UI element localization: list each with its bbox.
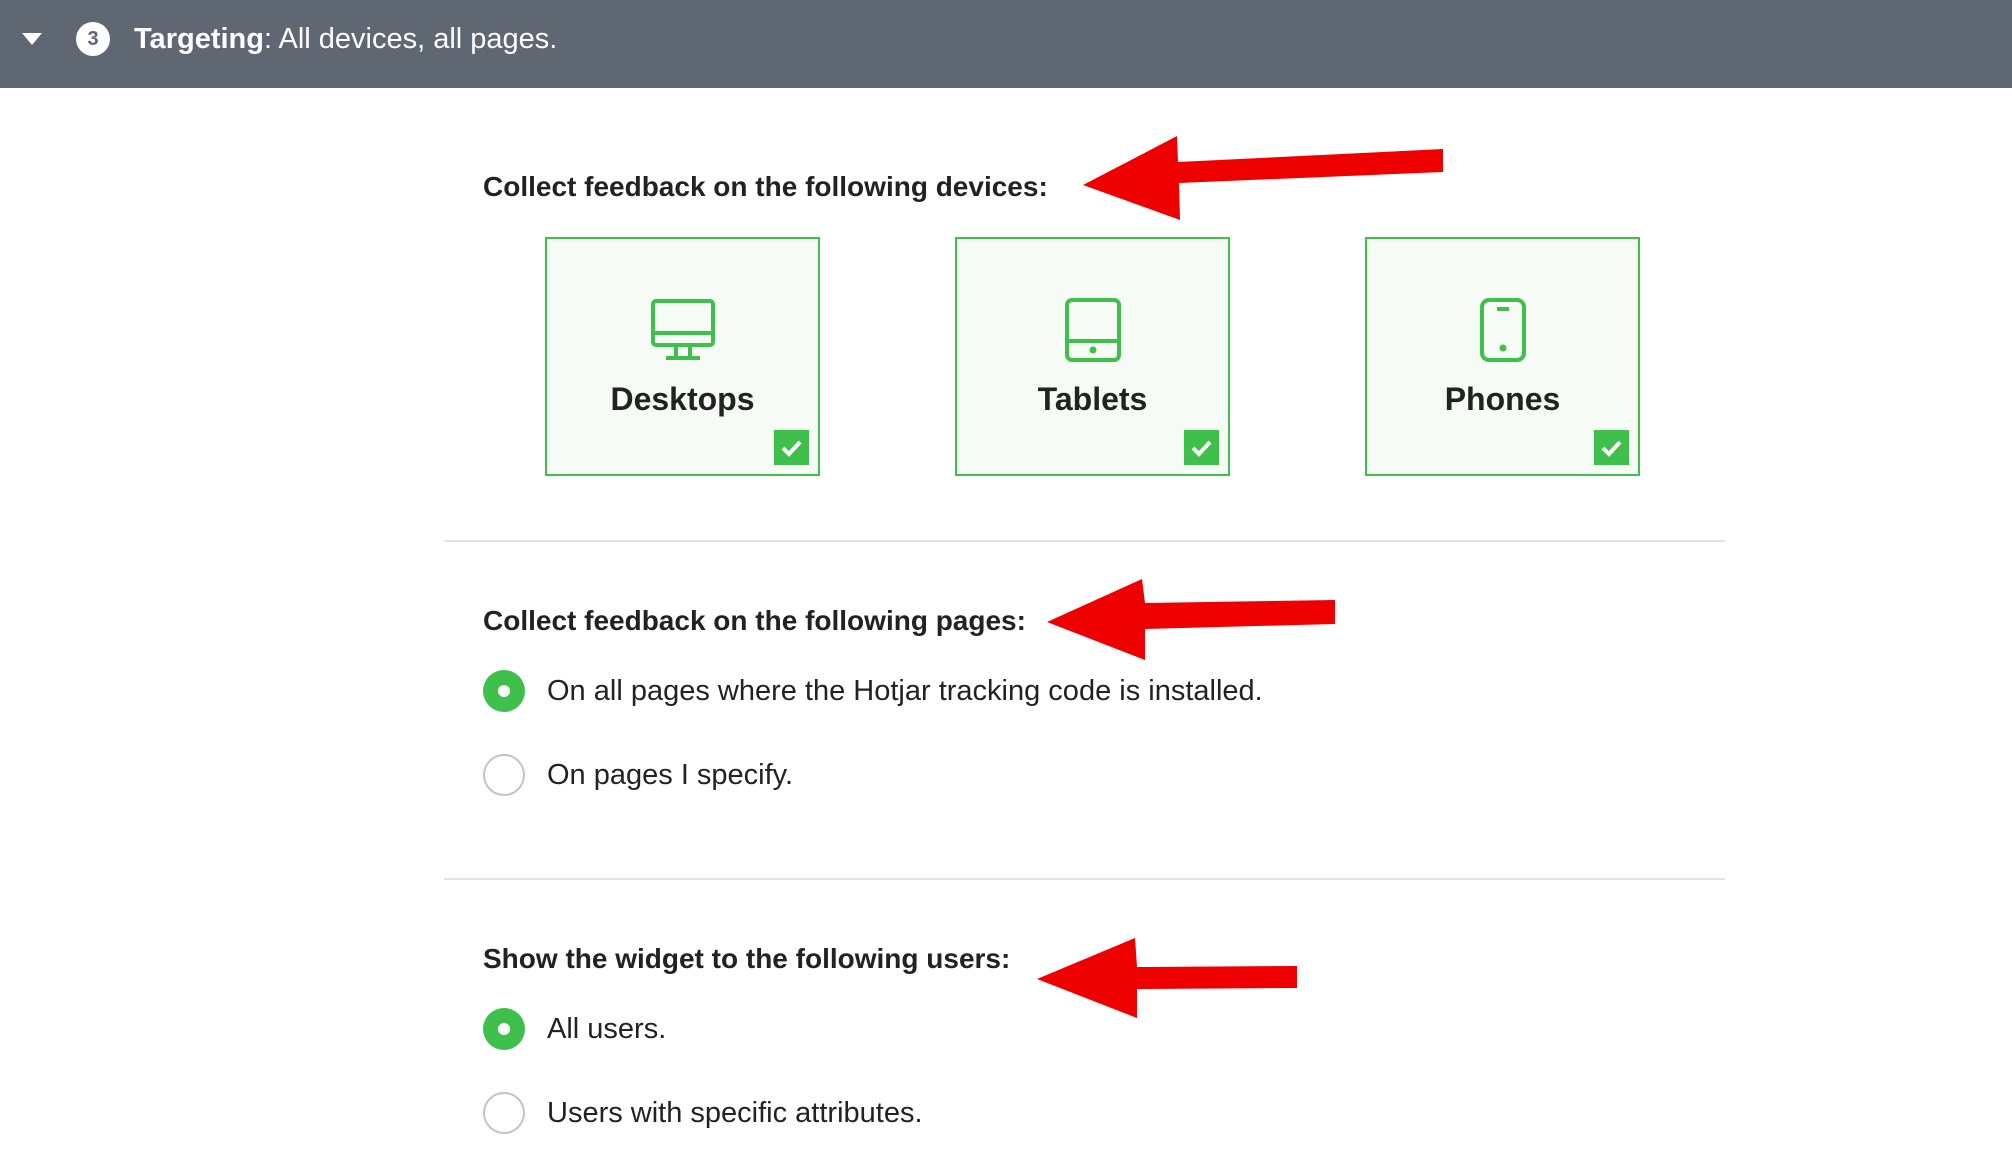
pages-heading: Collect feedback on the following pages: [483,605,1026,636]
header-summary: : All devices, all pages. [263,23,558,55]
radio-unselected-icon[interactable] [483,1092,525,1134]
radio-selected-icon[interactable] [483,1008,525,1050]
radio-label-all-users: All users. [547,1013,667,1045]
section-divider [444,878,1725,880]
radio-unselected-icon[interactable] [483,754,525,796]
desktop-icon [650,297,716,368]
device-card-tablets[interactable]: Tablets [955,237,1230,476]
annotation-arrow-icon [1037,938,1297,1018]
step-number-badge: 3 [76,22,110,56]
device-card-desktops[interactable]: Desktops [545,237,820,476]
checkbox-checked-icon[interactable] [1594,430,1629,465]
section-header[interactable]: 3 Targeting: All devices, all pages. [0,0,2012,88]
annotation-arrow-icon [1047,579,1335,660]
annotation-arrow-icon [1083,136,1443,220]
tablet-icon [1064,297,1122,368]
device-label-tablets: Tablets [1037,381,1148,417]
device-card-phones[interactable]: Phones [1365,237,1640,476]
radio-label-specific-users: Users with specific attributes. [547,1097,923,1129]
section-divider [444,540,1725,542]
radio-label-all-pages: On all pages where the Hotjar tracking c… [547,675,1263,707]
device-label-phones: Phones [1444,381,1561,417]
radio-label-specific-pages: On pages I specify. [547,759,794,791]
header-title-strong: Targeting [134,23,264,55]
checkbox-checked-icon[interactable] [774,430,809,465]
device-label-desktops: Desktops [610,381,755,417]
checkbox-checked-icon[interactable] [1184,430,1219,465]
header-title: Targeting: All devices, all pages. [134,20,557,58]
radio-selected-icon[interactable] [483,670,525,712]
collapse-caret-icon[interactable] [22,33,42,45]
users-heading: Show the widget to the following users: [483,943,1011,974]
phone-icon [1479,297,1527,368]
devices-heading: Collect feedback on the following device… [483,171,1048,202]
